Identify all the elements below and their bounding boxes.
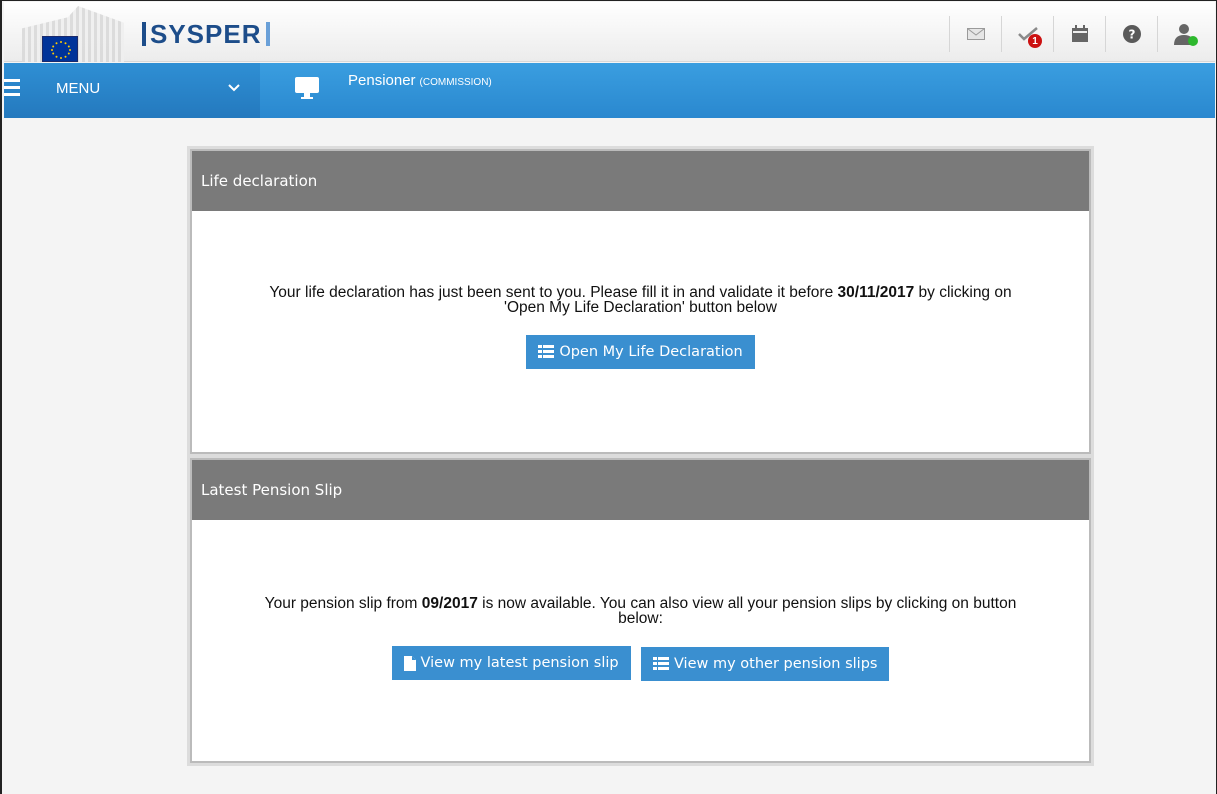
open-life-declaration-label: Open My Life Declaration [559,344,743,360]
open-life-declaration-button[interactable]: Open My Life Declaration [526,335,755,369]
menu-label: MENU [56,80,101,97]
tasks-badge: 1 [1028,34,1042,48]
context-role: Pensioner [348,72,416,89]
panel-title-pension-slip: Latest Pension Slip [192,460,1089,520]
header-toolbar: 1 ? [949,16,1209,52]
commission-logo [22,6,124,62]
context-title: Pensioner (COMMISSION) [348,72,492,89]
profile-context: Pensioner (COMMISSION) [294,63,492,118]
slip-period: 09/2017 [421,595,478,612]
help-button[interactable]: ? [1105,16,1157,52]
pension-slip-panel: Latest Pension Slip Your pension slip fr… [190,458,1091,763]
view-latest-pension-slip-label: View my latest pension slip [420,655,619,671]
mail-button[interactable] [949,16,1001,52]
pension-slip-body: Your pension slip from 09/2017 is now av… [192,520,1089,681]
panel-title-life-declaration: Life declaration [192,151,1089,211]
user-button[interactable] [1157,16,1209,52]
svg-text:?: ? [1128,28,1135,42]
view-other-pension-slips-button[interactable]: View my other pension slips [640,646,890,681]
document-icon [403,655,416,671]
top-header: SYSPER 1 ? [4,2,1215,62]
help-icon: ? [1122,25,1141,43]
app-window: SYSPER 1 ? MENU Pensioner (COMMISSION) L… [0,0,1217,794]
brand-text: SYSPER [150,18,262,49]
pension-slip-message: Your pension slip from 09/2017 is now av… [192,595,1089,627]
chevron-down-icon [228,79,240,95]
tasks-button[interactable]: 1 [1001,16,1053,52]
list-icon [538,345,555,358]
calendar-icon [1071,25,1088,42]
brand-bar-right [265,22,270,46]
slip-text-before: Your pension slip from [264,595,422,612]
view-other-pension-slips-label: View my other pension slips [673,655,878,672]
context-institution: (COMMISSION) [419,77,492,88]
main-navbar: MENU Pensioner (COMMISSION) [4,63,1215,118]
life-declaration-panel: Life declaration Your life declaration h… [190,149,1091,454]
online-status-dot [1188,36,1198,46]
view-latest-pension-slip-button[interactable]: View my latest pension slip [391,646,631,680]
sysper-brand: SYSPER [138,14,274,54]
list-icon [652,656,669,670]
life-declaration-body: Your life declaration has just been sent… [192,211,1089,369]
eu-flag-icon [42,36,78,62]
hamburger-icon [4,79,20,97]
brand-bar-left [142,22,146,46]
menu-toggle[interactable]: MENU [4,63,260,118]
mail-icon [966,28,985,40]
slip-text-after: is now available. You can also view all … [477,595,1017,627]
life-declaration-message: Your life declaration has just been sent… [192,284,1089,316]
calendar-button[interactable] [1053,16,1105,52]
monitor-icon [295,76,319,99]
life-deadline: 30/11/2017 [837,284,915,301]
